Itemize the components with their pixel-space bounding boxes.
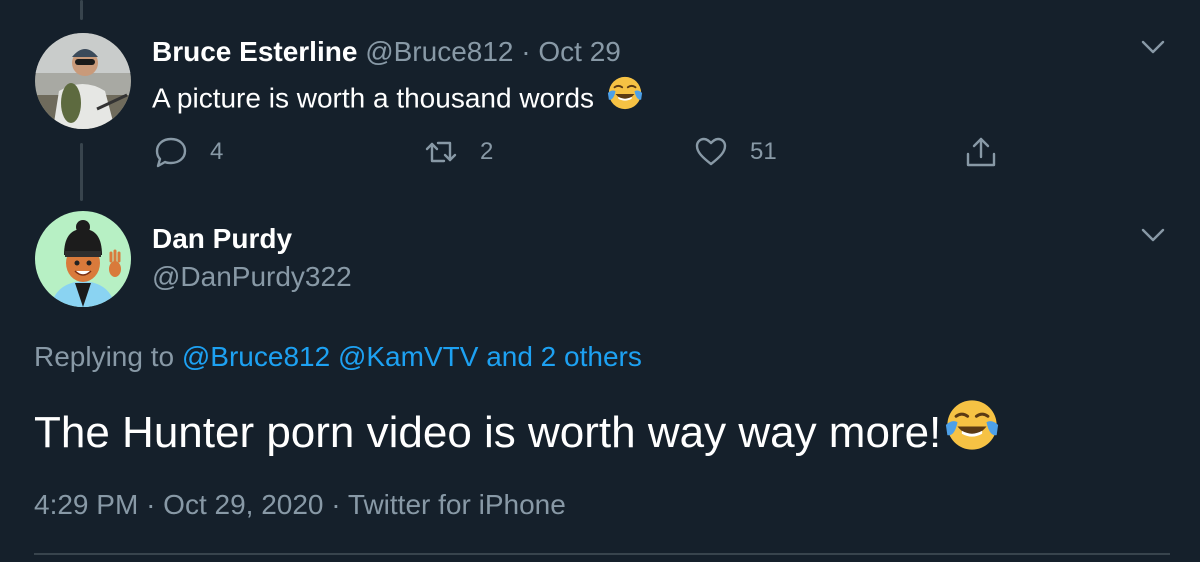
meta-separator: · <box>146 489 156 520</box>
parent-author-handle[interactable]: @Bruce812 <box>365 36 513 67</box>
tears-of-joy-emoji-icon <box>943 396 1001 467</box>
avatar-bruce[interactable] <box>35 33 131 129</box>
parent-author-name[interactable]: Bruce Esterline <box>152 36 357 67</box>
chevron-down-icon[interactable] <box>1140 226 1166 244</box>
thread-connector-top <box>80 0 83 20</box>
like-count: 51 <box>750 138 777 165</box>
replying-to: Replying to @Bruce812 @KamVTV and 2 othe… <box>34 340 642 374</box>
main-author-handle[interactable]: @DanPurdy322 <box>152 260 352 294</box>
tweet-source[interactable]: Twitter for iPhone <box>348 489 566 520</box>
thread-connector <box>80 143 83 201</box>
reply-mention-link[interactable]: @Bruce812 <box>182 341 330 372</box>
main-tweet-text: The Hunter porn video is worth way way m… <box>34 400 1001 471</box>
chevron-down-icon[interactable] <box>1140 38 1166 56</box>
reply-others-link[interactable]: and 2 others <box>486 341 642 372</box>
tweet-meta: 4:29 PM · Oct 29, 2020 · Twitter for iPh… <box>34 488 566 522</box>
tweet-thread: Bruce Esterline @Bruce812 · Oct 29 A pic… <box>0 0 1200 562</box>
parent-tweet-body: A picture is worth a thousand words <box>152 82 595 114</box>
tweet-date[interactable]: Oct 29, 2020 <box>163 489 323 520</box>
share-icon <box>966 137 996 167</box>
avatar-dan[interactable] <box>35 211 131 307</box>
parent-tweet-text: A picture is worth a thousand words <box>152 74 644 123</box>
parent-tweet-header: Bruce Esterline @Bruce812 · Oct 29 <box>152 35 621 69</box>
retweet-count: 2 <box>480 138 494 165</box>
retweet-icon <box>425 141 457 163</box>
retweet-button[interactable]: 2 <box>424 134 493 170</box>
main-author-name[interactable]: Dan Purdy <box>152 222 292 256</box>
like-button[interactable]: 51 <box>694 134 777 170</box>
replying-to-label: Replying to <box>34 341 175 372</box>
reply-icon <box>155 137 187 168</box>
tears-of-joy-emoji-icon <box>606 74 644 120</box>
reply-count: 4 <box>210 138 224 165</box>
divider <box>34 553 1170 555</box>
reply-button[interactable]: 4 <box>154 134 223 170</box>
meta-separator: · <box>331 489 341 520</box>
heart-icon <box>695 137 727 166</box>
share-button[interactable] <box>964 134 998 170</box>
reply-mention-link[interactable]: @KamVTV <box>338 341 478 372</box>
tweet-time[interactable]: 4:29 PM <box>34 489 138 520</box>
parent-tweet-date[interactable]: Oct 29 <box>538 36 620 67</box>
main-tweet-body: The Hunter porn video is worth way way m… <box>34 408 942 458</box>
header-separator: · <box>521 36 531 67</box>
